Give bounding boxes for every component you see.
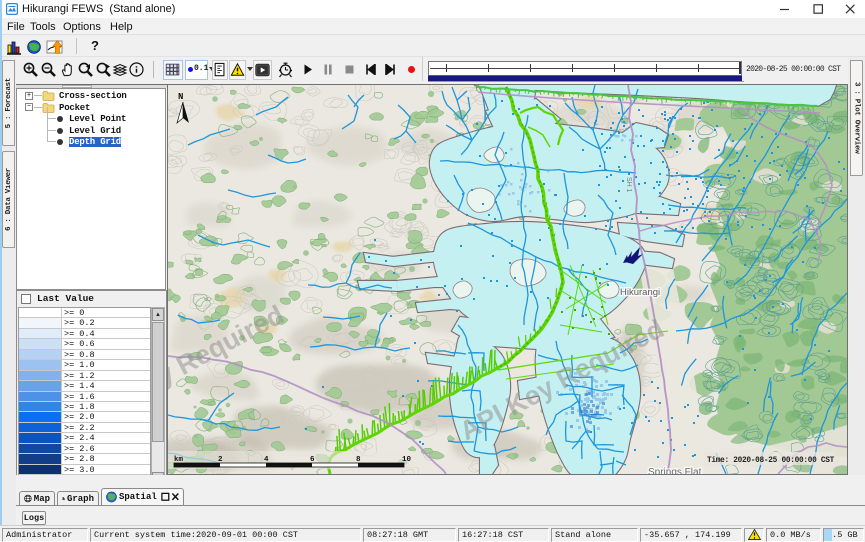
svg-text:6: 6: [310, 456, 315, 464]
svg-text:Springs Flat: Springs Flat: [648, 467, 702, 474]
svg-text:Hikurangi: Hikurangi: [620, 287, 660, 298]
svg-text:4: 4: [264, 456, 269, 464]
svg-text:8: 8: [356, 456, 361, 464]
svg-text:2: 2: [218, 456, 223, 464]
svg-text:SH 1: SH 1: [625, 177, 632, 193]
svg-text:km: km: [174, 456, 184, 464]
svg-text:10: 10: [402, 456, 412, 464]
svg-text:N: N: [178, 92, 183, 102]
svg-text:Time: 2020-08-25 00:00:00 CST: Time: 2020-08-25 00:00:00 CST: [707, 457, 835, 465]
